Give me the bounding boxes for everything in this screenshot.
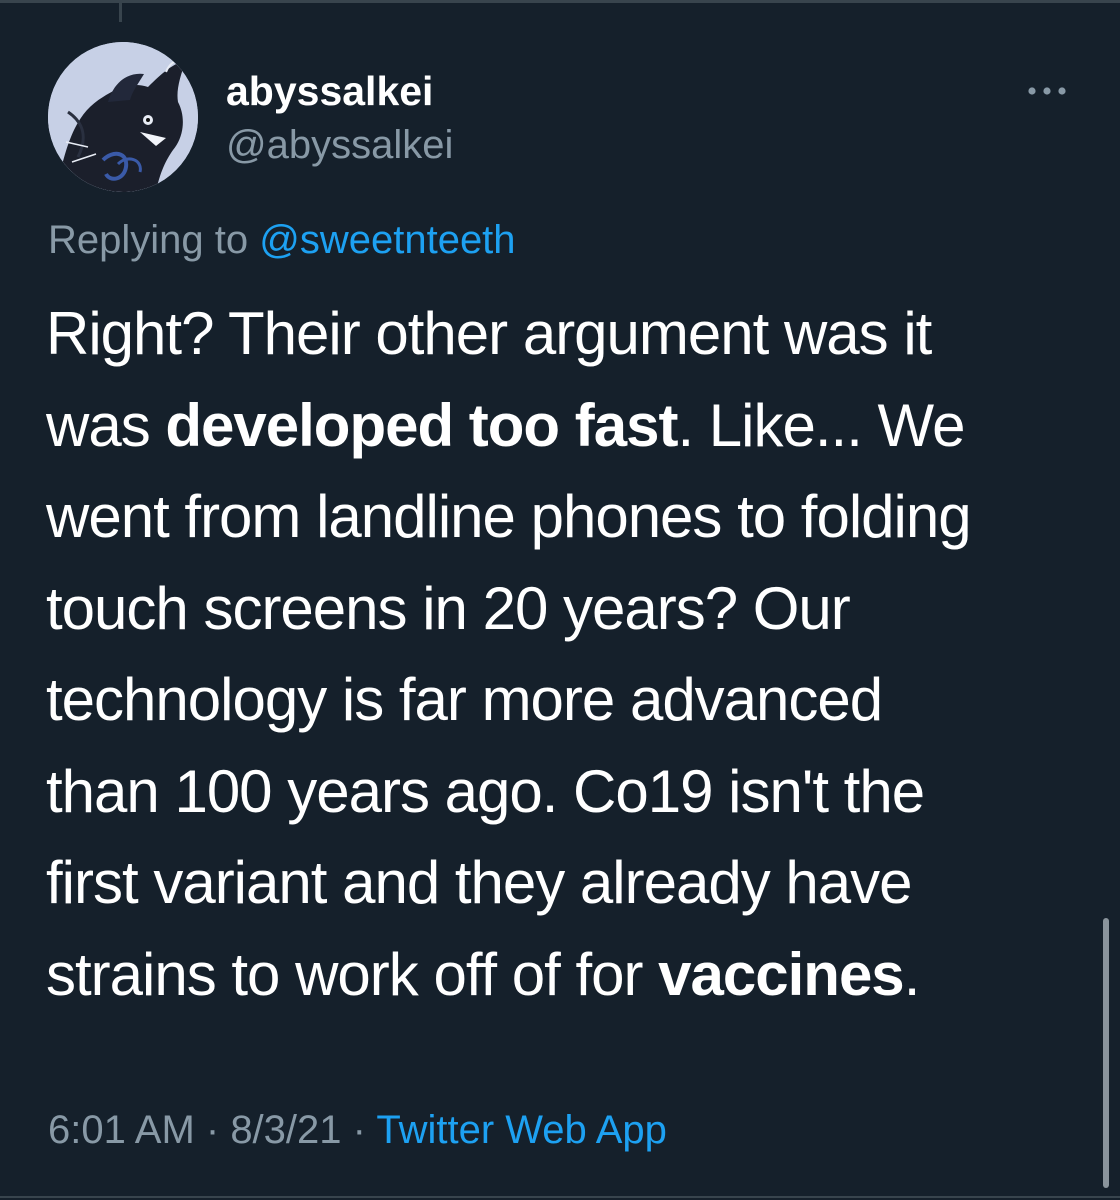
top-divider — [0, 0, 1120, 3]
tweet-line-2: was developed too fast. Like... We — [46, 380, 1086, 472]
meta-separator: · — [194, 1108, 231, 1152]
meta-separator: · — [341, 1108, 377, 1152]
bottom-divider — [0, 1196, 1120, 1198]
tweet-text: Right? Their other argument was it was d… — [46, 288, 1086, 1020]
tweet-text-span: was — [46, 391, 166, 459]
tweet-metadata: 6:01 AM · 8/3/21 · Twitter Web App — [48, 1108, 667, 1153]
tweet-date[interactable]: 8/3/21 — [230, 1108, 341, 1152]
tweet-bold-text: vaccines — [658, 940, 905, 1008]
tweet-line-8: strains to work off of for vaccines. — [46, 929, 1086, 1021]
user-handle[interactable]: @abyssalkei — [226, 123, 453, 168]
tweet-line-6: than 100 years ago. Co19 isn't the — [46, 757, 925, 825]
tweet-line-3: went from landline phones to folding — [46, 483, 972, 550]
tweet-line-7: first variant and they already have — [46, 849, 913, 916]
scrollbar-thumb[interactable] — [1103, 918, 1109, 1188]
more-horizontal-icon — [1028, 87, 1066, 95]
tweet-bold-text: developed too fast — [165, 391, 678, 459]
avatar-image — [48, 42, 198, 192]
tweet-line-1: Right? Their other argument was it — [46, 300, 932, 367]
replying-to-label: Replying to — [48, 218, 260, 262]
tweet-line-4: touch screens in 20 years? Our — [46, 574, 851, 642]
tweet-text-span: strains to work off of for — [46, 940, 659, 1008]
tweet-source-link[interactable]: Twitter Web App — [376, 1108, 667, 1152]
tweet-text-span: . Like... We — [677, 391, 965, 459]
tweet-text-span: . — [903, 940, 921, 1008]
more-options-button[interactable] — [1022, 78, 1072, 104]
avatar[interactable] — [48, 42, 198, 192]
replying-to-mention-link[interactable]: @sweetnteeth — [259, 218, 515, 262]
display-name[interactable]: abyssalkei — [226, 68, 433, 115]
replying-to: Replying to @sweetnteeth — [48, 218, 516, 263]
tweet-time[interactable]: 6:01 AM — [48, 1108, 195, 1152]
thread-connector-line — [119, 0, 122, 22]
tweet-line-5: technology is far more advanced — [46, 666, 883, 733]
